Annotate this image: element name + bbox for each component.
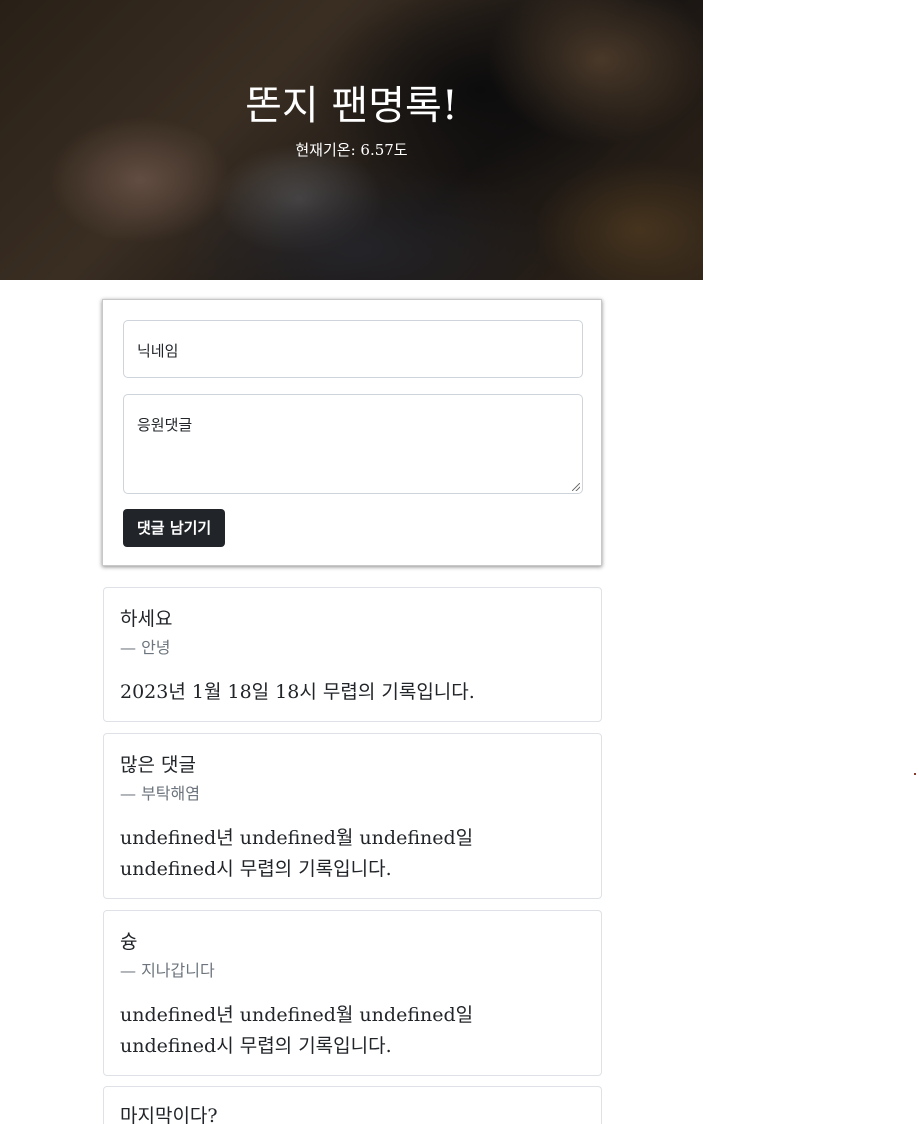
submit-comment-button[interactable]: 댓글 남기기 <box>123 509 226 547</box>
stray-dot <box>914 773 916 775</box>
comment-card: 슝 — 지나갑니다 undefined년 undefined월 undefine… <box>103 910 602 1076</box>
comment-card: 하세요 — 안녕 2023년 1월 18일 18시 무렵의 기록입니다. <box>103 587 602 722</box>
resize-handle-icon[interactable] <box>572 483 580 491</box>
hero-banner: 똔지 팬명록! 현재기온: 6.57도 <box>0 0 703 280</box>
comment-form: 닉네임 응원댓글 댓글 남기기 <box>102 299 602 566</box>
comment-text: 하세요 <box>120 608 173 630</box>
comment-author: — 부탁해염 <box>120 784 200 803</box>
comment-text: 슝 <box>120 931 138 953</box>
page-title: 똔지 팬명록! <box>245 83 458 129</box>
comment-author: — 안녕 <box>120 638 171 657</box>
comment-textarea[interactable]: 응원댓글 <box>123 394 583 494</box>
comment-text: 많은 댓글 <box>120 754 196 776</box>
nickname-input[interactable]: 닉네임 <box>123 320 583 378</box>
comment-author: — 지나갑니다 <box>120 961 215 980</box>
comment-date: undefined년 undefined월 undefined일 undefin… <box>120 827 474 880</box>
comment-date: 2023년 1월 18일 18시 무렵의 기록입니다. <box>120 681 475 703</box>
comment-card: 많은 댓글 — 부탁해염 undefined년 undefined월 undef… <box>103 733 602 899</box>
comment-label: 응원댓글 <box>137 416 193 434</box>
current-temperature: 현재기온: 6.57도 <box>295 141 408 159</box>
comment-text: 마지막이다? <box>120 1105 218 1124</box>
nickname-label: 닉네임 <box>137 342 179 360</box>
comment-card: 마지막이다? <box>103 1086 602 1124</box>
comment-date: undefined년 undefined월 undefined일 undefin… <box>120 1004 474 1057</box>
